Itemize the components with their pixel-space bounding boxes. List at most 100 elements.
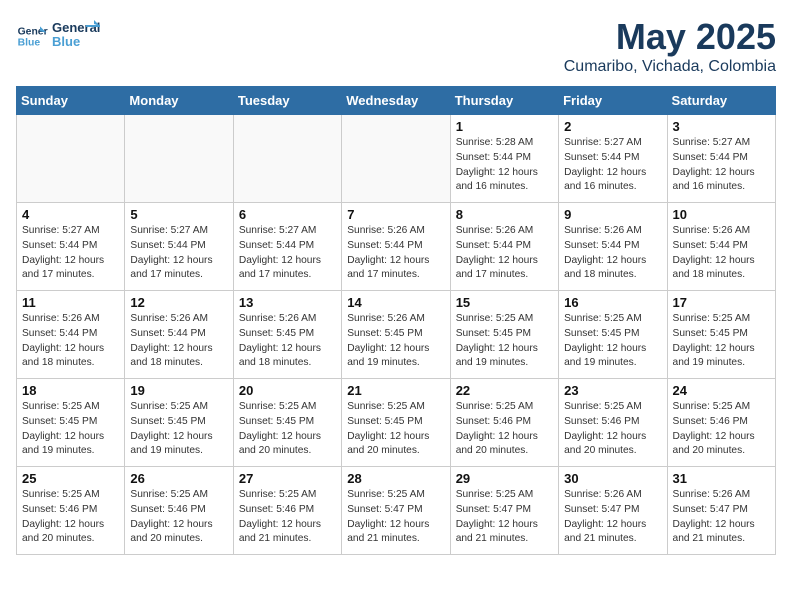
day-info: Sunrise: 5:27 AM Sunset: 5:44 PM Dayligh… <box>130 224 227 283</box>
calendar-day-cell: 29 Sunrise: 5:25 AM Sunset: 5:47 PM Dayli… <box>450 467 558 555</box>
day-info: Sunrise: 5:25 AM Sunset: 5:45 PM Dayligh… <box>22 400 119 459</box>
calendar-day-cell: 19 Sunrise: 5:25 AM Sunset: 5:45 PM Dayli… <box>125 379 233 467</box>
calendar-day-cell: 23 Sunrise: 5:25 AM Sunset: 5:46 PM Dayli… <box>559 379 667 467</box>
day-number: 5 <box>130 207 227 222</box>
calendar-table: SundayMondayTuesdayWednesdayThursdayFrid… <box>16 86 776 555</box>
day-number: 30 <box>564 471 661 486</box>
day-number: 18 <box>22 383 119 398</box>
day-info: Sunrise: 5:25 AM Sunset: 5:45 PM Dayligh… <box>239 400 336 459</box>
day-info: Sunrise: 5:26 AM Sunset: 5:44 PM Dayligh… <box>22 312 119 371</box>
day-info: Sunrise: 5:25 AM Sunset: 5:47 PM Dayligh… <box>456 488 553 547</box>
day-number: 12 <box>130 295 227 310</box>
day-number: 8 <box>456 207 553 222</box>
day-info: Sunrise: 5:25 AM Sunset: 5:45 PM Dayligh… <box>673 312 770 371</box>
calendar-day-cell: 10Sunrise: 5:26 AM Sunset: 5:44 PM Dayli… <box>667 203 775 291</box>
calendar-day-cell: 1 Sunrise: 5:28 AM Sunset: 5:44 PM Daylig… <box>450 115 558 203</box>
calendar-day-cell <box>233 115 341 203</box>
day-info: Sunrise: 5:26 AM Sunset: 5:45 PM Dayligh… <box>347 312 444 371</box>
weekday-header: Wednesday <box>342 87 450 115</box>
day-info: Sunrise: 5:27 AM Sunset: 5:44 PM Dayligh… <box>564 136 661 195</box>
calendar-week-row: 4 Sunrise: 5:27 AM Sunset: 5:44 PM Daylig… <box>17 203 776 291</box>
day-number: 11 <box>22 295 119 310</box>
calendar-day-cell: 15Sunrise: 5:25 AM Sunset: 5:45 PM Dayli… <box>450 291 558 379</box>
day-number: 16 <box>564 295 661 310</box>
day-number: 17 <box>673 295 770 310</box>
day-info: Sunrise: 5:27 AM Sunset: 5:44 PM Dayligh… <box>673 136 770 195</box>
calendar-week-row: 18 Sunrise: 5:25 AM Sunset: 5:45 PM Dayli… <box>17 379 776 467</box>
calendar-day-cell: 11 Sunrise: 5:26 AM Sunset: 5:44 PM Dayli… <box>17 291 125 379</box>
title-block: May 2025 Cumaribo, Vichada, Colombia <box>564 16 776 76</box>
day-info: Sunrise: 5:27 AM Sunset: 5:44 PM Dayligh… <box>239 224 336 283</box>
day-number: 3 <box>673 119 770 134</box>
day-number: 25 <box>22 471 119 486</box>
calendar-day-cell: 17 Sunrise: 5:25 AM Sunset: 5:45 PM Dayli… <box>667 291 775 379</box>
day-info: Sunrise: 5:27 AM Sunset: 5:44 PM Dayligh… <box>22 224 119 283</box>
day-number: 23 <box>564 383 661 398</box>
day-number: 1 <box>456 119 553 134</box>
calendar-day-cell: 22Sunrise: 5:25 AM Sunset: 5:46 PM Dayli… <box>450 379 558 467</box>
calendar-day-cell: 26Sunrise: 5:25 AM Sunset: 5:46 PM Dayli… <box>125 467 233 555</box>
day-info: Sunrise: 5:26 AM Sunset: 5:45 PM Dayligh… <box>239 312 336 371</box>
calendar-day-cell: 5 Sunrise: 5:27 AM Sunset: 5:44 PM Daylig… <box>125 203 233 291</box>
calendar-day-cell: 8 Sunrise: 5:26 AM Sunset: 5:44 PM Daylig… <box>450 203 558 291</box>
logo-bird-icon: General Blue <box>52 16 100 56</box>
day-number: 21 <box>347 383 444 398</box>
day-info: Sunrise: 5:25 AM Sunset: 5:46 PM Dayligh… <box>22 488 119 547</box>
calendar-day-cell: 21Sunrise: 5:25 AM Sunset: 5:45 PM Dayli… <box>342 379 450 467</box>
calendar-day-cell: 3 Sunrise: 5:27 AM Sunset: 5:44 PM Daylig… <box>667 115 775 203</box>
calendar-day-cell: 28 Sunrise: 5:25 AM Sunset: 5:47 PM Dayli… <box>342 467 450 555</box>
day-number: 26 <box>130 471 227 486</box>
calendar-day-cell: 9 Sunrise: 5:26 AM Sunset: 5:44 PM Daylig… <box>559 203 667 291</box>
day-number: 7 <box>347 207 444 222</box>
day-info: Sunrise: 5:26 AM Sunset: 5:44 PM Dayligh… <box>456 224 553 283</box>
day-info: Sunrise: 5:26 AM Sunset: 5:44 PM Dayligh… <box>130 312 227 371</box>
svg-text:Blue: Blue <box>52 34 80 49</box>
calendar-day-cell: 12 Sunrise: 5:26 AM Sunset: 5:44 PM Dayli… <box>125 291 233 379</box>
day-info: Sunrise: 5:25 AM Sunset: 5:45 PM Dayligh… <box>456 312 553 371</box>
day-info: Sunrise: 5:25 AM Sunset: 5:46 PM Dayligh… <box>239 488 336 547</box>
calendar-week-row: 1 Sunrise: 5:28 AM Sunset: 5:44 PM Daylig… <box>17 115 776 203</box>
day-number: 27 <box>239 471 336 486</box>
calendar-day-cell: 14 Sunrise: 5:26 AM Sunset: 5:45 PM Dayli… <box>342 291 450 379</box>
day-number: 28 <box>347 471 444 486</box>
day-info: Sunrise: 5:26 AM Sunset: 5:47 PM Dayligh… <box>564 488 661 547</box>
weekday-header: Friday <box>559 87 667 115</box>
weekday-header: Thursday <box>450 87 558 115</box>
calendar-day-cell: 13 Sunrise: 5:26 AM Sunset: 5:45 PM Dayli… <box>233 291 341 379</box>
month-title: May 2025 <box>564 16 776 58</box>
weekday-header: Saturday <box>667 87 775 115</box>
day-number: 9 <box>564 207 661 222</box>
weekday-header: Tuesday <box>233 87 341 115</box>
day-number: 29 <box>456 471 553 486</box>
day-number: 13 <box>239 295 336 310</box>
day-number: 10 <box>673 207 770 222</box>
calendar-week-row: 25 Sunrise: 5:25 AM Sunset: 5:46 PM Dayli… <box>17 467 776 555</box>
calendar-day-cell: 30 Sunrise: 5:26 AM Sunset: 5:47 PM Dayli… <box>559 467 667 555</box>
day-info: Sunrise: 5:28 AM Sunset: 5:44 PM Dayligh… <box>456 136 553 195</box>
location-title: Cumaribo, Vichada, Colombia <box>564 58 776 76</box>
day-number: 19 <box>130 383 227 398</box>
calendar-day-cell: 20 Sunrise: 5:25 AM Sunset: 5:45 PM Dayli… <box>233 379 341 467</box>
day-number: 14 <box>347 295 444 310</box>
day-info: Sunrise: 5:25 AM Sunset: 5:45 PM Dayligh… <box>130 400 227 459</box>
day-info: Sunrise: 5:25 AM Sunset: 5:46 PM Dayligh… <box>564 400 661 459</box>
calendar-day-cell: 2Sunrise: 5:27 AM Sunset: 5:44 PM Daylig… <box>559 115 667 203</box>
day-info: Sunrise: 5:26 AM Sunset: 5:44 PM Dayligh… <box>564 224 661 283</box>
day-number: 4 <box>22 207 119 222</box>
calendar-day-cell <box>125 115 233 203</box>
calendar-day-cell <box>17 115 125 203</box>
svg-text:Blue: Blue <box>18 38 41 49</box>
day-info: Sunrise: 5:25 AM Sunset: 5:45 PM Dayligh… <box>564 312 661 371</box>
day-number: 31 <box>673 471 770 486</box>
calendar-header-row: SundayMondayTuesdayWednesdayThursdayFrid… <box>17 87 776 115</box>
day-info: Sunrise: 5:25 AM Sunset: 5:46 PM Dayligh… <box>456 400 553 459</box>
day-number: 6 <box>239 207 336 222</box>
day-info: Sunrise: 5:26 AM Sunset: 5:47 PM Dayligh… <box>673 488 770 547</box>
logo-icon: General Blue <box>16 20 48 52</box>
day-info: Sunrise: 5:25 AM Sunset: 5:47 PM Dayligh… <box>347 488 444 547</box>
calendar-day-cell: 24Sunrise: 5:25 AM Sunset: 5:46 PM Dayli… <box>667 379 775 467</box>
calendar-day-cell: 16 Sunrise: 5:25 AM Sunset: 5:45 PM Dayli… <box>559 291 667 379</box>
day-info: Sunrise: 5:25 AM Sunset: 5:46 PM Dayligh… <box>673 400 770 459</box>
day-number: 20 <box>239 383 336 398</box>
calendar-day-cell: 6 Sunrise: 5:27 AM Sunset: 5:44 PM Daylig… <box>233 203 341 291</box>
